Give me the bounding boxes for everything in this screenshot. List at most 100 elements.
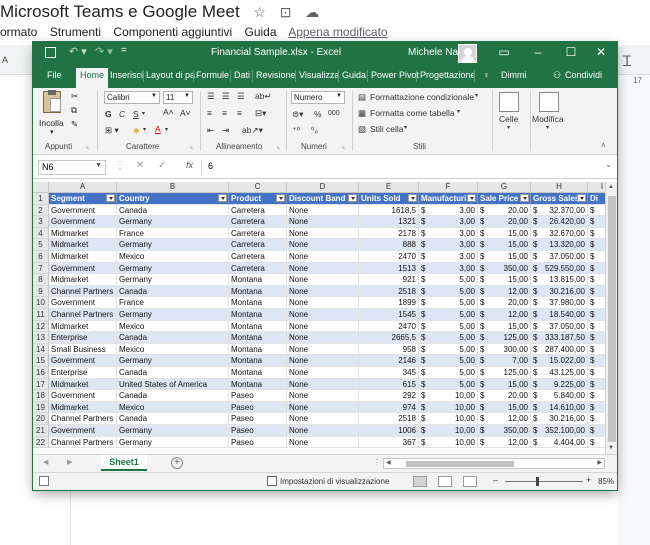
row-header[interactable]: 1: [33, 193, 49, 205]
align-bottom-icon[interactable]: ☰: [237, 91, 245, 102]
filter-dropdown-icon[interactable]: [408, 194, 417, 202]
table-cell[interactable]: $10,00: [419, 425, 478, 437]
table-cell[interactable]: $13.320,00: [531, 239, 588, 251]
row-header[interactable]: 17: [33, 378, 49, 391]
scroll-right-icon[interactable]: ▶: [597, 459, 602, 466]
decrease-decimal-icon[interactable]: ⁰₀: [311, 125, 318, 136]
paste-button[interactable]: Incolla: [39, 118, 64, 128]
table-cell[interactable]: Germany: [117, 309, 229, 321]
table-cell[interactable]: None: [287, 436, 359, 449]
table-cell[interactable]: $3,00: [419, 262, 478, 275]
table-cell[interactable]: Montana: [229, 297, 287, 309]
table-cell[interactable]: 1513: [359, 262, 419, 275]
normal-view-button[interactable]: [413, 476, 427, 487]
row-header[interactable]: 10: [33, 297, 49, 309]
table-cell[interactable]: Carretera: [229, 251, 287, 263]
table-cell[interactable]: None: [287, 413, 359, 425]
table-cell[interactable]: $350,00: [478, 425, 531, 437]
close-button[interactable]: ✕: [591, 45, 611, 59]
tab-data[interactable]: Dati: [234, 70, 250, 80]
table-cell[interactable]: $125,00: [478, 367, 531, 379]
table-cell[interactable]: 1545: [359, 309, 419, 321]
table-cell[interactable]: 958: [359, 343, 419, 356]
prev-sheet-icon[interactable]: ◀: [43, 458, 48, 466]
table-cell[interactable]: $5,00: [419, 332, 478, 344]
table-cell[interactable]: United States of America: [117, 378, 229, 391]
table-cell[interactable]: Channel Partners: [49, 309, 117, 321]
cancel-icon[interactable]: ✕: [136, 160, 144, 171]
table-cell[interactable]: Mexico: [117, 401, 229, 414]
table-cell[interactable]: Germany: [117, 239, 229, 251]
table-header-cell[interactable]: Country: [117, 193, 229, 205]
spreadsheet-grid[interactable]: A B C D E F G H I 1 Segment Country Product Discount …: [33, 182, 617, 454]
align-center-icon[interactable]: ≡: [222, 108, 227, 118]
table-cell[interactable]: None: [287, 425, 359, 437]
row-header[interactable]: 12: [33, 320, 49, 333]
share-icon[interactable]: ⚇: [553, 70, 561, 81]
number-launcher-icon[interactable]: ⌞: [342, 142, 345, 150]
table-cell[interactable]: None: [287, 355, 359, 367]
maximize-button[interactable]: ☐: [561, 45, 581, 59]
filter-dropdown-icon[interactable]: [348, 194, 357, 202]
scroll-down-icon[interactable]: ▼: [608, 445, 614, 451]
table-cell[interactable]: $3,00: [419, 251, 478, 263]
table-cell[interactable]: Germany: [117, 216, 229, 228]
table-cell[interactable]: Montana: [229, 367, 287, 379]
row-header[interactable]: 14: [33, 343, 49, 356]
table-cell[interactable]: Government: [49, 390, 117, 402]
row-header[interactable]: 15: [33, 355, 49, 367]
column-header[interactable]: D: [287, 182, 359, 193]
table-cell[interactable]: Canada: [117, 367, 229, 379]
table-cell[interactable]: $12,00: [478, 285, 531, 298]
table-cell[interactable]: Midmarket: [49, 274, 117, 286]
table-cell[interactable]: None: [287, 297, 359, 309]
customize-qat-button[interactable]: =: [121, 45, 127, 56]
align-top-icon[interactable]: ☰: [207, 91, 215, 102]
table-cell[interactable]: $12,00: [478, 436, 531, 449]
row-header[interactable]: 5: [33, 239, 49, 251]
increase-indent-icon[interactable]: ⇥: [222, 125, 229, 136]
cell-styles-button[interactable]: Stili cella: [370, 124, 404, 134]
tab-power-pivot[interactable]: Power Pivot: [371, 70, 419, 80]
table-cell[interactable]: Government: [49, 297, 117, 309]
table-cell[interactable]: $37.050,00: [531, 251, 588, 263]
table-cell[interactable]: Montana: [229, 343, 287, 356]
table-cell[interactable]: $12,00: [478, 413, 531, 425]
table-header-cell[interactable]: Sale Price: [478, 193, 531, 205]
increase-font-icon[interactable]: A˄: [163, 107, 174, 117]
expand-formula-bar-icon[interactable]: ⌄: [605, 160, 612, 169]
redo-icon[interactable]: ↷ ▾: [95, 45, 113, 58]
table-cell[interactable]: $15,00: [478, 251, 531, 263]
tab-insert[interactable]: Inserisci: [110, 70, 143, 80]
tab-view[interactable]: Visualizza: [299, 70, 339, 80]
undo-icon[interactable]: ↶ ▾: [69, 45, 87, 58]
share-button[interactable]: Condividi: [565, 70, 602, 80]
row-header[interactable]: 8: [33, 274, 49, 286]
table-cell[interactable]: $20,00: [478, 390, 531, 402]
tab-formulas[interactable]: Formule: [196, 70, 229, 80]
formula-input[interactable]: 6: [201, 160, 603, 175]
bold-button[interactable]: G: [105, 109, 112, 119]
table-cell[interactable]: Montana: [229, 285, 287, 298]
horizontal-scroll-thumb[interactable]: [406, 461, 514, 467]
page-layout-view-button[interactable]: [438, 476, 452, 487]
column-header[interactable]: F: [419, 182, 478, 193]
filter-dropdown-icon[interactable]: [520, 194, 529, 202]
filter-dropdown-icon[interactable]: [276, 194, 285, 202]
align-middle-icon[interactable]: ☰: [222, 91, 230, 102]
collapse-ribbon-icon[interactable]: ˄: [601, 141, 606, 150]
table-cell[interactable]: 1899: [359, 297, 419, 309]
lightbulb-icon[interactable]: ♀: [483, 70, 490, 80]
row-header[interactable]: 4: [33, 227, 49, 240]
table-cell[interactable]: Midmarket: [49, 239, 117, 251]
table-cell[interactable]: None: [287, 367, 359, 379]
table-cell[interactable]: Mexico: [117, 343, 229, 356]
display-settings-button[interactable]: Impostazioni di visualizzazione: [280, 477, 389, 486]
vertical-scrollbar[interactable]: ▲ ▼: [605, 182, 617, 454]
font-name-select[interactable]: Calibri ▼: [104, 91, 160, 104]
table-cell[interactable]: None: [287, 204, 359, 217]
borders-icon[interactable]: ⊞ ▾: [105, 125, 119, 136]
row-header[interactable]: 22: [33, 436, 49, 449]
table-cell[interactable]: Midmarket: [49, 227, 117, 240]
table-cell[interactable]: Carretera: [229, 262, 287, 275]
